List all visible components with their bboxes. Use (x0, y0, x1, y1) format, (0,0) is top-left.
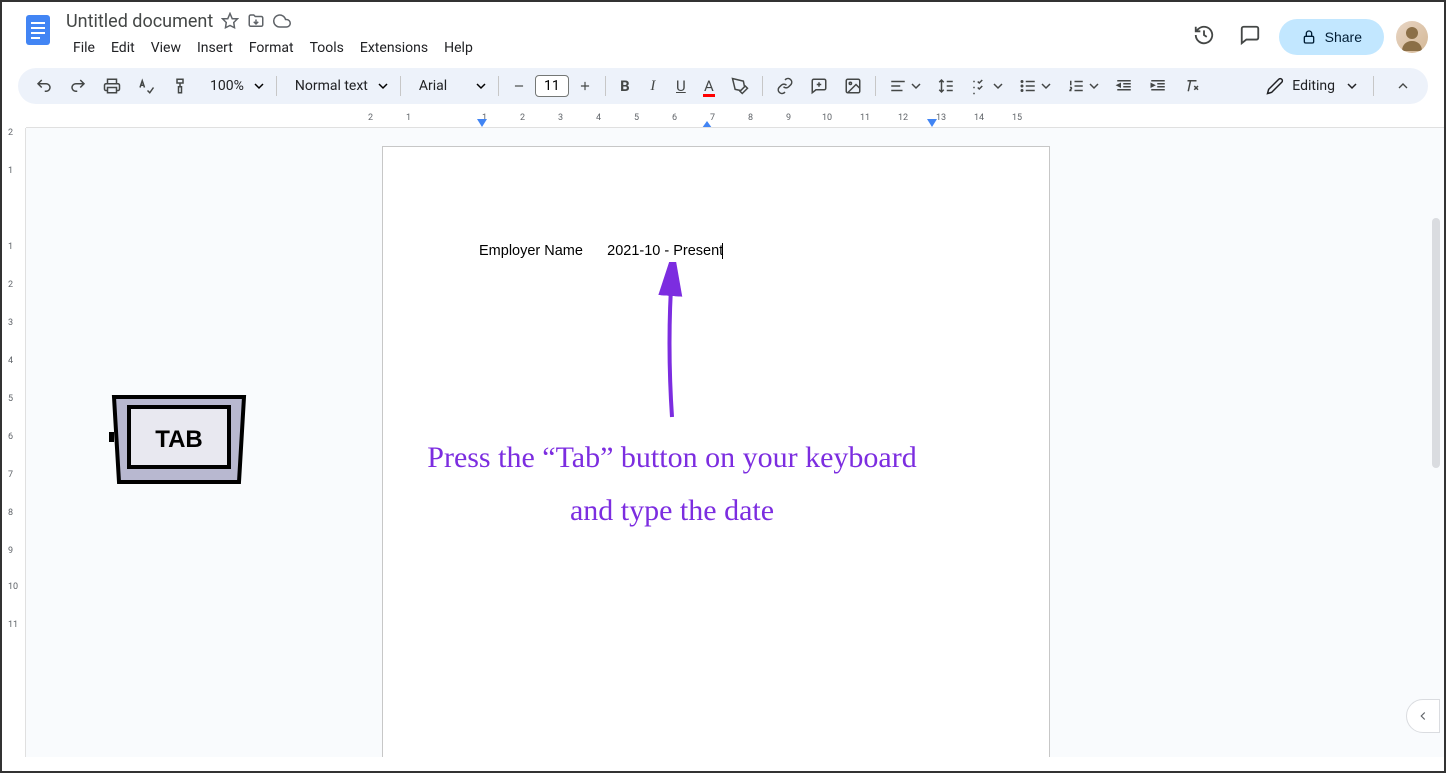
pencil-icon (1266, 77, 1284, 95)
separator (762, 76, 763, 96)
separator (605, 76, 606, 96)
decrease-font-button[interactable] (505, 72, 533, 100)
styles-dropdown[interactable]: Normal text (283, 74, 394, 98)
menu-insert[interactable]: Insert (190, 36, 240, 60)
highlight-button[interactable] (724, 72, 756, 100)
italic-button[interactable]: I (640, 72, 666, 100)
menu-file[interactable]: File (66, 36, 102, 60)
spellcheck-button[interactable] (130, 72, 162, 100)
zoom-dropdown[interactable]: 100% (198, 74, 270, 98)
ruler-vertical[interactable]: 2 1 1 2 3 4 5 6 7 8 9 10 11 (2, 128, 26, 757)
share-label: Share (1325, 29, 1362, 45)
insert-link-button[interactable] (769, 72, 801, 100)
text-cursor (722, 243, 723, 259)
history-icon[interactable] (1187, 18, 1221, 56)
chevron-down-icon (993, 81, 1003, 91)
undo-button[interactable] (28, 72, 60, 100)
indent-marker-left-icon[interactable] (476, 118, 488, 128)
menu-help[interactable]: Help (437, 36, 480, 60)
redo-button[interactable] (62, 72, 94, 100)
separator (875, 76, 876, 96)
menu-format[interactable]: Format (242, 36, 301, 60)
explore-button[interactable] (1406, 699, 1440, 733)
checklist-button[interactable] (964, 72, 1010, 100)
svg-text:TAB: TAB (155, 426, 203, 453)
bold-button[interactable]: B (612, 72, 638, 100)
add-comment-button[interactable] (803, 72, 835, 100)
bulleted-list-button[interactable] (1012, 72, 1058, 100)
chevron-down-icon (1347, 81, 1357, 91)
menu-tools[interactable]: Tools (303, 36, 351, 60)
share-button[interactable]: Share (1279, 19, 1384, 55)
text-color-button[interactable]: A (696, 72, 722, 100)
avatar[interactable] (1396, 21, 1428, 53)
menu-bar: File Edit View Insert Format Tools Exten… (66, 36, 1187, 60)
font-dropdown[interactable]: Arial (407, 74, 492, 98)
collapse-toolbar-button[interactable] (1388, 72, 1418, 100)
annotation-tab-key-illustration: TAB (104, 382, 254, 506)
line-spacing-button[interactable] (930, 72, 962, 100)
font-size-input[interactable]: 11 (535, 75, 569, 97)
cloud-status-icon[interactable] (273, 12, 291, 30)
chevron-down-icon (476, 81, 486, 91)
document-text-left: Employer Name (479, 243, 583, 259)
scrollbar-thumb[interactable] (1432, 218, 1440, 468)
decrease-indent-button[interactable] (1108, 72, 1140, 100)
ruler-horizontal[interactable]: 2 1 1 2 3 4 5 6 7 8 9 10 11 12 13 14 15 (26, 112, 1444, 128)
docs-logo-icon[interactable] (18, 10, 58, 50)
text-color-indicator (703, 94, 715, 97)
chevron-down-icon (911, 81, 921, 91)
separator (400, 76, 401, 96)
editing-label: Editing (1292, 78, 1335, 94)
chevron-down-icon (1089, 81, 1099, 91)
editing-mode-button[interactable]: Editing (1256, 73, 1367, 99)
increase-font-button[interactable] (571, 72, 599, 100)
underline-button[interactable]: U (668, 72, 694, 100)
tab-stop-icon[interactable] (702, 121, 712, 128)
insert-image-button[interactable] (837, 72, 869, 100)
print-button[interactable] (96, 72, 128, 100)
paint-format-button[interactable] (164, 72, 196, 100)
toolbar: 100% Normal text Arial 11 B I U A Editin… (18, 68, 1428, 104)
increase-indent-button[interactable] (1142, 72, 1174, 100)
chevron-down-icon (254, 81, 264, 91)
clear-formatting-button[interactable] (1176, 72, 1208, 100)
separator (498, 76, 499, 96)
chevron-down-icon (1041, 81, 1051, 91)
lock-icon (1301, 29, 1317, 45)
numbered-list-button[interactable] (1060, 72, 1106, 100)
move-icon[interactable] (247, 12, 265, 30)
separator (276, 76, 277, 96)
annotation-arrow (642, 262, 702, 422)
star-icon[interactable] (221, 12, 239, 30)
menu-edit[interactable]: Edit (104, 36, 142, 60)
menu-view[interactable]: View (144, 36, 188, 60)
document-text-right: 2021-10 - Present (607, 243, 723, 259)
align-button[interactable] (882, 72, 928, 100)
separator (1373, 76, 1374, 96)
comments-icon[interactable] (1233, 18, 1267, 56)
annotation-text: Press the “Tab” button on your keyboard … (427, 432, 917, 537)
chevron-down-icon (378, 81, 388, 91)
indent-marker-right-icon[interactable] (926, 118, 938, 128)
menu-extensions[interactable]: Extensions (353, 36, 435, 60)
document-title[interactable]: Untitled document (66, 11, 213, 32)
